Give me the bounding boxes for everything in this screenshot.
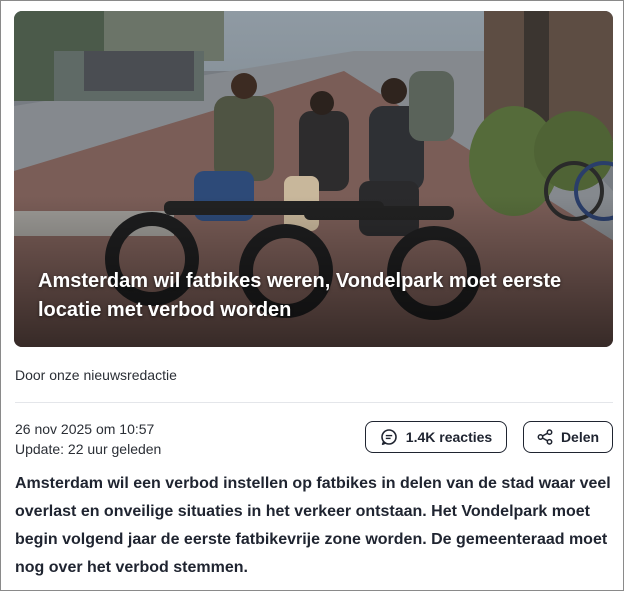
chat-bubble-icon [380, 429, 397, 445]
article-headline[interactable]: Amsterdam wil fatbikes weren, Vondelpark… [38, 267, 573, 325]
update-time: Update: 22 uur geleden [15, 441, 162, 457]
article-card: Amsterdam wil fatbikes weren, Vondelpark… [0, 0, 624, 591]
hero-image[interactable]: Amsterdam wil fatbikes weren, Vondelpark… [14, 11, 613, 347]
share-button[interactable]: Delen [523, 421, 613, 453]
publish-date: 26 nov 2025 om 10:57 [15, 421, 155, 437]
byline: Door onze nieuwsredactie [15, 367, 177, 383]
comments-count: 1.4K reacties [405, 429, 493, 445]
article-lead: Amsterdam wil een verbod instellen op fa… [15, 475, 611, 576]
share-label: Delen [560, 429, 600, 445]
article-meta: 26 nov 2025 om 10:57 Update: 22 uur gele… [15, 419, 161, 459]
share-icon [537, 429, 553, 445]
comments-button[interactable]: 1.4K reacties [365, 421, 507, 453]
divider [15, 402, 613, 403]
